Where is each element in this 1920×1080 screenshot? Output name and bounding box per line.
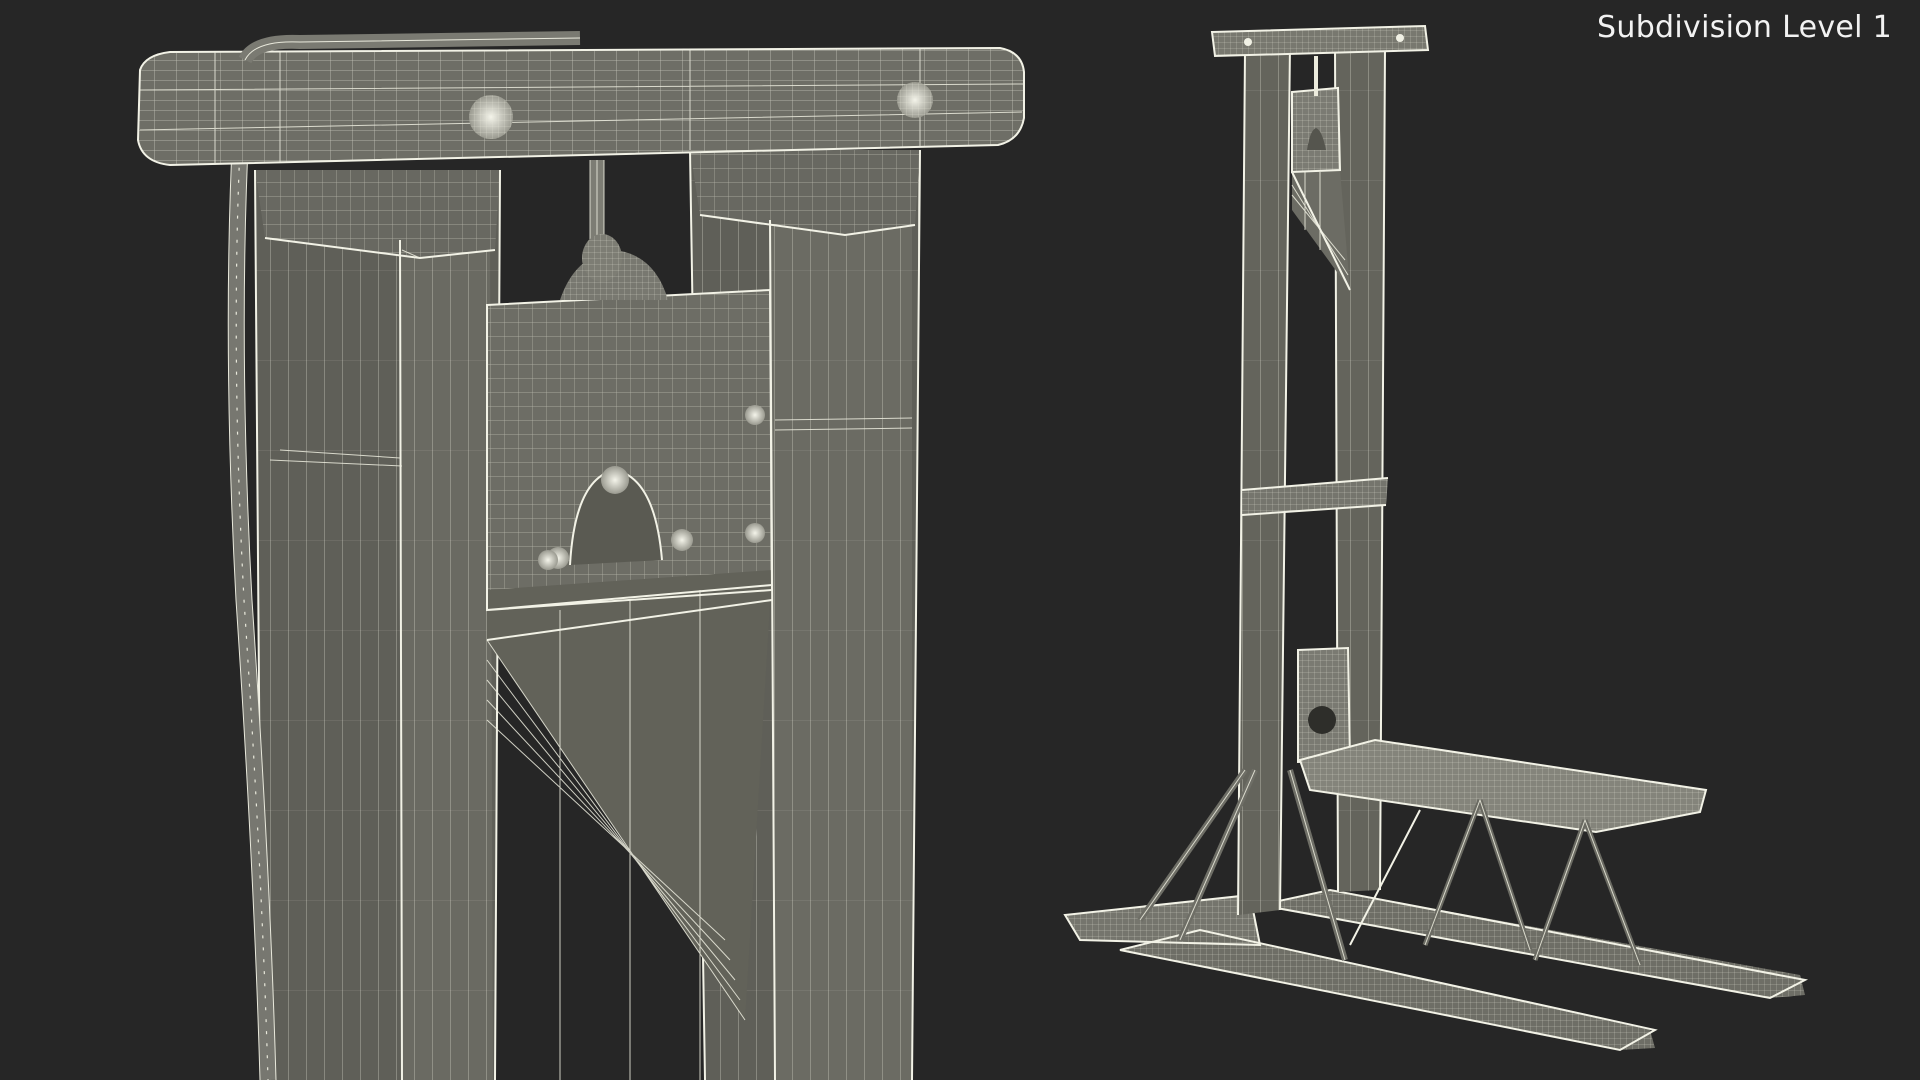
full-view: [1063, 24, 1809, 1052]
lunette: [1297, 646, 1352, 764]
subdivision-level-caption: Subdivision Level 1: [1597, 10, 1892, 45]
top-cap: [1210, 24, 1430, 58]
left-post: [254, 169, 501, 1080]
top-crossbeam: [136, 31, 1025, 167]
hanging-rope: [582, 160, 622, 282]
render-viewport: Subdivision Level 1: [0, 0, 1920, 1080]
close-up-view: [136, 31, 1025, 1080]
wireframe-render: [136, 24, 1809, 1080]
guillotine-blade: [486, 250, 774, 1080]
